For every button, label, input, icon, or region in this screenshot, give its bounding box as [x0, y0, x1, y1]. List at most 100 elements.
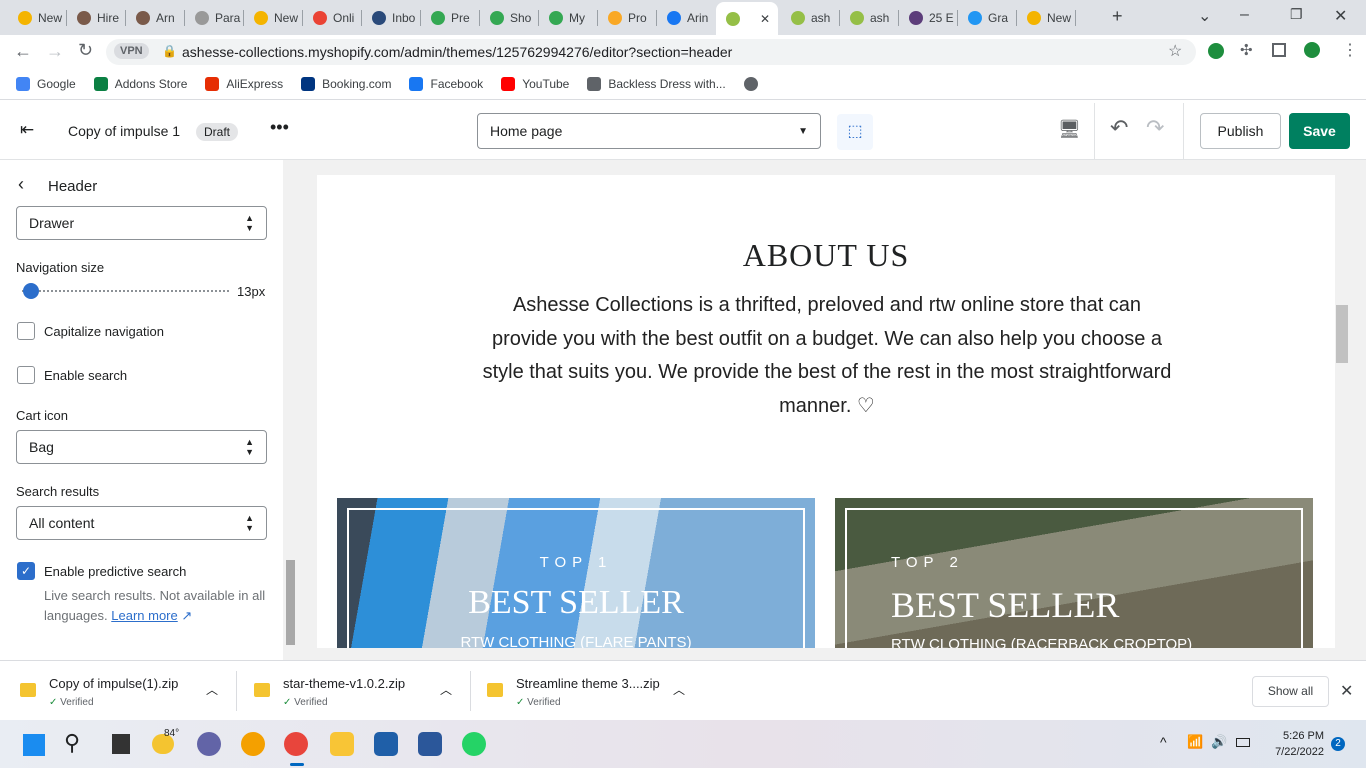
learn-more-link[interactable]: Learn more	[111, 608, 177, 623]
page-select[interactable]: Home page ▼	[477, 113, 821, 149]
close-tab-icon[interactable]: ✕	[760, 12, 770, 26]
browser-tab[interactable]: Pre	[421, 6, 477, 30]
page-select-value: Home page	[490, 123, 563, 139]
battery-icon[interactable]	[1236, 738, 1250, 747]
card-title: BEST SELLER	[468, 584, 684, 621]
save-button[interactable]: Save	[1289, 113, 1350, 149]
show-all-button[interactable]: Show all	[1252, 676, 1329, 707]
browser-tab[interactable]: Sho	[480, 6, 536, 30]
shield-icon[interactable]	[1304, 42, 1320, 58]
nav-size-slider[interactable]	[22, 290, 229, 292]
file-explorer-icon[interactable]	[330, 732, 354, 756]
menu-icon[interactable]: ⋮	[1342, 40, 1358, 60]
bookmark-item[interactable]: Google	[16, 76, 76, 91]
side-panel-icon[interactable]	[1272, 43, 1286, 57]
start-icon[interactable]	[23, 734, 45, 756]
vpn-badge[interactable]: VPN	[114, 43, 149, 59]
avast-browser-icon[interactable]	[241, 732, 265, 756]
download-item[interactable]: star-theme-v1.0.2.zip ✓ Verified ︿	[250, 673, 470, 709]
browser-tab[interactable]: New	[244, 6, 300, 30]
bookmark-star-icon[interactable]: ☆	[1168, 41, 1182, 61]
reload-icon[interactable]: ↻	[78, 40, 93, 61]
back-chevron-icon[interactable]: ‹	[18, 174, 24, 195]
cart-icon-select[interactable]: Bag ▲ ▼	[16, 430, 267, 464]
photos-icon[interactable]	[374, 732, 398, 756]
browser-tab[interactable]: 25 E	[899, 6, 955, 30]
back-icon[interactable]: ←	[14, 41, 32, 62]
new-tab-icon[interactable]: +	[1112, 6, 1123, 27]
more-actions-icon[interactable]: •••	[270, 117, 289, 138]
forward-icon[interactable]: →	[46, 41, 64, 62]
browser-tab[interactable]: Hire	[67, 6, 123, 30]
browser-tab[interactable]: My	[539, 6, 595, 30]
minimize-icon[interactable]: –	[1240, 6, 1249, 24]
download-item[interactable]: Copy of impulse(1).zip ✓ Verified ︿	[16, 673, 236, 709]
best-seller-card-2[interactable]: TOP 2 BEST SELLER RTW CLOTHING (RACERBAC…	[835, 498, 1313, 648]
desktop-view-icon[interactable]: 🖥	[1058, 119, 1081, 140]
tab-favicon-icon	[667, 11, 681, 25]
active-browser-icon[interactable]	[284, 732, 308, 756]
browser-tab[interactable]: ✕	[716, 2, 778, 35]
search-results-label: Search results	[16, 484, 100, 499]
bookmark-item[interactable]: Addons Store	[93, 76, 187, 91]
browser-tab[interactable]: ash	[781, 6, 837, 30]
extensions-puzzle-icon[interactable]: ✣	[1240, 41, 1253, 59]
word-icon[interactable]	[418, 732, 442, 756]
publish-button[interactable]: Publish	[1200, 113, 1281, 149]
browser-tab[interactable]: New	[1017, 6, 1073, 30]
browser-tab[interactable]: ash	[840, 6, 896, 30]
chevron-up-icon[interactable]: ︿	[673, 681, 685, 698]
bookmark-item[interactable]: Backless Dress with...	[587, 76, 726, 91]
check-icon: ✓	[49, 697, 61, 708]
redo-icon[interactable]: ↷	[1146, 115, 1164, 141]
capitalize-checkbox[interactable]	[17, 322, 35, 340]
download-item[interactable]: Streamline theme 3....zip ✓ Verified ︿	[483, 673, 703, 709]
tab-search-icon[interactable]: ⌄	[1198, 6, 1211, 26]
drawer-select[interactable]: Drawer ▲ ▼	[16, 206, 267, 240]
predictive-search-checkbox[interactable]: ✓	[17, 562, 35, 580]
volume-icon[interactable]: 🔊	[1211, 734, 1227, 750]
task-view-icon[interactable]	[112, 734, 130, 754]
wifi-icon[interactable]: 📶	[1187, 734, 1203, 750]
whatsapp-icon[interactable]	[462, 732, 486, 756]
browser-tab[interactable]: New	[8, 6, 64, 30]
browser-tab[interactable]: Arn	[126, 6, 182, 30]
chevron-up-icon[interactable]: ^	[1160, 734, 1167, 750]
browser-tab[interactable]: Gra	[958, 6, 1014, 30]
url-field[interactable]: VPN 🔒 ashesse-collections.myshopify.com/…	[106, 39, 1196, 65]
tab-label: Sho	[510, 11, 532, 25]
bookmark-item[interactable]: YouTube	[501, 76, 569, 91]
chevron-up-icon[interactable]: ︿	[440, 681, 452, 698]
search-icon[interactable]: ⚲	[64, 730, 80, 756]
browser-tab[interactable]: Onli	[303, 6, 359, 30]
browser-tab[interactable]: Pro	[598, 6, 654, 30]
preview-scrollbar[interactable]	[1335, 175, 1349, 648]
close-icon[interactable]: ✕	[1340, 681, 1353, 701]
clock-date[interactable]: 7/22/2022	[1268, 746, 1324, 758]
browser-tab[interactable]: Inbo	[362, 6, 418, 30]
extension-icon[interactable]	[1208, 43, 1224, 59]
undo-icon[interactable]: ↶	[1110, 115, 1128, 141]
browser-tab[interactable]: Para	[185, 6, 241, 30]
best-seller-card-1[interactable]: TOP 1 BEST SELLER RTW CLOTHING (FLARE PA…	[337, 498, 815, 648]
bookmark-item[interactable]: AliExpress	[205, 76, 283, 91]
bookmark-label: Facebook	[430, 76, 484, 91]
enable-search-checkbox[interactable]	[17, 366, 35, 384]
clock-time[interactable]: 5:26 PM	[1280, 730, 1324, 742]
inspector-icon[interactable]: ⬚	[837, 114, 873, 150]
sidebar-scrollbar[interactable]	[283, 160, 298, 660]
teams-icon[interactable]	[197, 732, 221, 756]
chevron-up-icon[interactable]: ︿	[206, 681, 218, 698]
notification-badge[interactable]: 2	[1331, 737, 1345, 751]
exit-icon[interactable]: ⇤	[20, 120, 34, 140]
window-close-icon[interactable]: ✕	[1334, 6, 1347, 26]
browser-tab[interactable]: Arin	[657, 6, 713, 30]
bookmark-item[interactable]: Booking.com	[301, 76, 391, 91]
check-icon: ✓	[516, 697, 528, 708]
bookmark-item[interactable]: Facebook	[409, 76, 484, 91]
slider-handle[interactable]	[23, 283, 39, 299]
lock-icon[interactable]: 🔒	[162, 44, 177, 58]
search-results-select[interactable]: All content ▲ ▼	[16, 506, 267, 540]
globe-icon[interactable]	[743, 76, 758, 91]
restore-icon[interactable]: ❐	[1290, 6, 1303, 23]
